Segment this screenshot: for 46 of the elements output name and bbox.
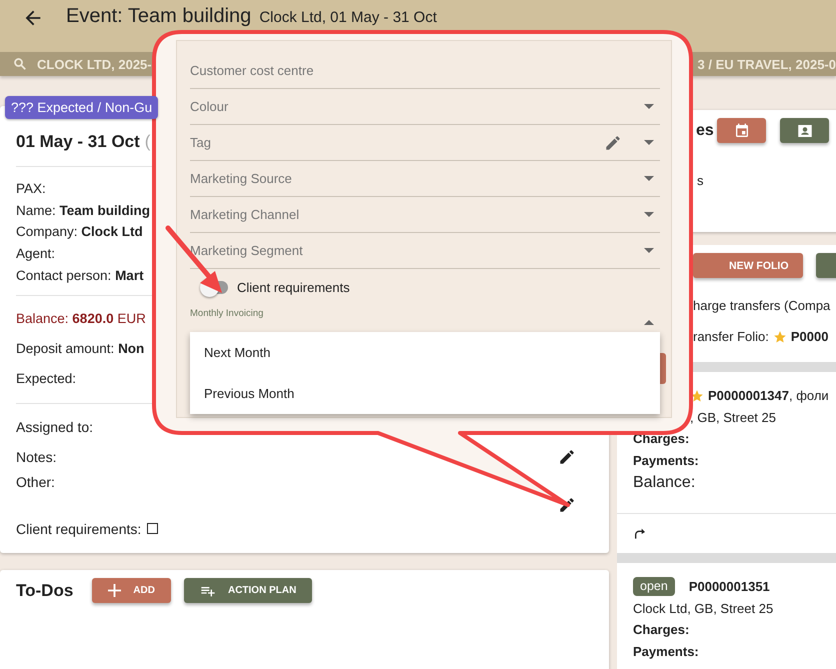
date-suffix: ( <box>144 132 150 152</box>
field-label: Assigned to: <box>16 418 94 435</box>
section-title: To-Dos <box>16 581 74 601</box>
field-label: Notes: <box>16 448 56 465</box>
info-line: Name: Team building <box>16 202 150 220</box>
field-label: Other: <box>16 472 55 492</box>
info-line: PAX: <box>16 180 46 198</box>
select-field[interactable]: Marketing Channel <box>190 197 660 233</box>
card-text: s <box>697 173 704 188</box>
field-label: Client requirements: <box>16 520 142 537</box>
folio-id[interactable]: P0000001351 <box>688 576 770 598</box>
folio-label: Charges: <box>633 621 690 639</box>
breadcrumb-link[interactable]: CLOCK LTD, 2025- <box>37 56 152 72</box>
balance-line: Balance: 6820.0 EUR <box>16 310 146 328</box>
info-line: Company: Clock Ltd <box>16 223 143 242</box>
folio-label: Payments: <box>633 452 699 470</box>
menu-option[interactable]: Previous Month <box>190 373 660 414</box>
info-line: Deposit amount: Non <box>16 340 144 358</box>
status-badge: open <box>633 577 675 596</box>
info-line: Agent: <box>16 245 56 264</box>
add-button[interactable]: ADD <box>92 578 171 603</box>
select-field[interactable]: Tag <box>190 125 660 161</box>
folio-label: Balance: <box>633 473 696 493</box>
transfer-label: ransfer Folio: <box>693 329 769 344</box>
folio-address: Clock Ltd, GB, Street 25 <box>633 600 774 618</box>
folio-label: Charges: <box>633 430 690 448</box>
date-range: 01 May - 31 Oct <box>16 132 140 152</box>
info-line: Expected: <box>16 370 76 388</box>
folio-note: harge transfers (Compa <box>693 297 830 315</box>
page-subtitle: Clock Ltd, 01 May - 31 Oct <box>259 9 437 27</box>
toggle-label: Client requirements <box>237 280 350 294</box>
info-line: Contact person: Mart <box>16 266 144 285</box>
folio-id[interactable]: P0000001347, фоли <box>708 385 829 406</box>
select-field[interactable]: Marketing Source <box>190 161 660 197</box>
status-badge: ??? Expected / Non-Gu <box>5 96 158 119</box>
folio-id[interactable]: P0000 <box>790 329 828 344</box>
folio-label: Payments: <box>633 642 699 661</box>
breadcrumb-link[interactable]: 3 / EU TRAVEL, 2025-0 <box>698 56 836 72</box>
action-plan-button[interactable]: ACTION PLAN <box>184 578 312 603</box>
folio-address: , GB, Street 25 <box>690 408 776 426</box>
select-field[interactable]: Colour <box>190 89 660 125</box>
select-field[interactable]: Marketing Segment <box>190 233 660 269</box>
page-title: Event: Team building <box>66 4 252 28</box>
new-folio-button[interactable]: NEW FOLIO <box>693 253 803 278</box>
input-field[interactable]: Customer cost centre <box>190 53 660 89</box>
card-title: es <box>696 122 715 140</box>
